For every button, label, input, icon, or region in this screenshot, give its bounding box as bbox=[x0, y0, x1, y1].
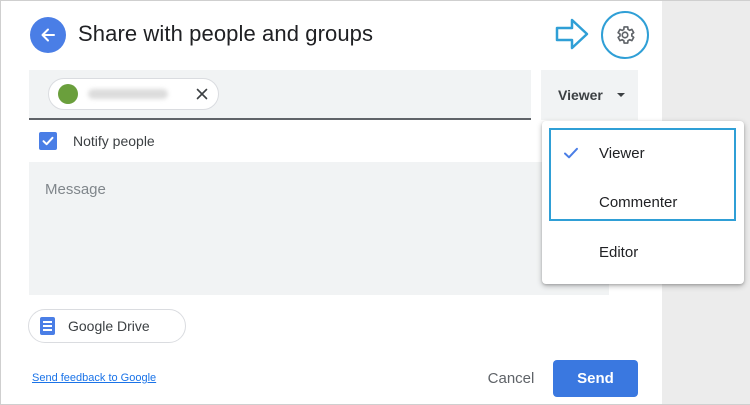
share-dialog: Share with people and groups Viewer Noti… bbox=[0, 0, 750, 405]
notify-checkbox[interactable] bbox=[39, 132, 57, 150]
gear-icon bbox=[617, 26, 635, 44]
menu-item-viewer[interactable]: Viewer bbox=[542, 133, 744, 173]
cancel-button[interactable]: Cancel bbox=[477, 362, 545, 395]
back-button[interactable] bbox=[30, 17, 66, 53]
notify-label: Notify people bbox=[73, 133, 155, 149]
menu-item-label: Editor bbox=[599, 243, 639, 261]
avatar bbox=[58, 84, 78, 104]
check-icon bbox=[42, 136, 54, 146]
google-drive-label: Google Drive bbox=[68, 318, 150, 334]
close-icon bbox=[196, 88, 208, 100]
person-name-redacted bbox=[88, 89, 168, 99]
settings-button[interactable] bbox=[601, 11, 649, 59]
dialog-title: Share with people and groups bbox=[78, 21, 374, 46]
send-feedback-link[interactable]: Send feedback to Google bbox=[32, 372, 156, 384]
role-menu: Viewer Commenter Editor bbox=[542, 121, 744, 284]
send-button[interactable]: Send bbox=[553, 360, 638, 397]
google-drive-button[interactable]: Google Drive bbox=[28, 309, 186, 343]
menu-item-label: Commenter bbox=[599, 193, 678, 211]
arrow-right-icon bbox=[555, 18, 589, 50]
chip-remove-button[interactable] bbox=[194, 86, 210, 102]
menu-item-editor[interactable]: Editor bbox=[542, 232, 744, 272]
checkmark-icon bbox=[564, 147, 578, 159]
role-select[interactable]: Viewer bbox=[541, 70, 638, 120]
notify-row: Notify people bbox=[39, 132, 155, 150]
role-select-value: Viewer bbox=[558, 87, 603, 103]
menu-item-label: Viewer bbox=[599, 144, 645, 162]
document-icon bbox=[40, 317, 55, 335]
people-input[interactable] bbox=[29, 70, 531, 120]
message-input[interactable] bbox=[29, 162, 609, 295]
person-chip bbox=[48, 78, 219, 110]
menu-item-commenter[interactable]: Commenter bbox=[542, 182, 744, 222]
caret-down-icon bbox=[616, 93, 625, 97]
arrow-left-icon bbox=[41, 28, 55, 42]
